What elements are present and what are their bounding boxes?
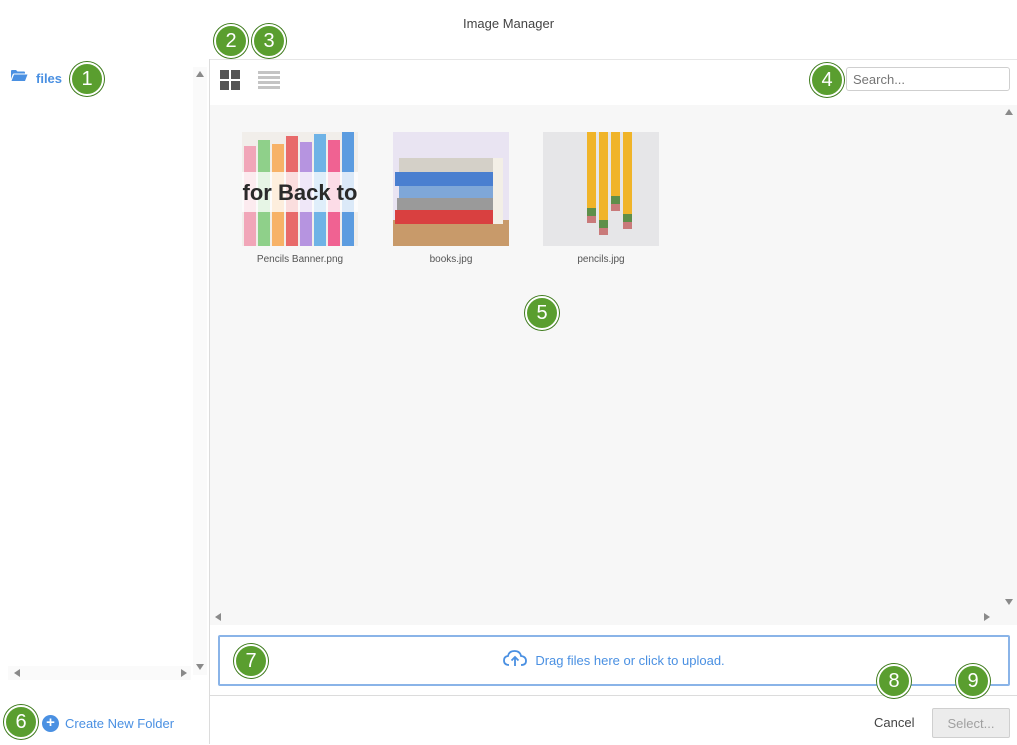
file-thumbnail	[543, 132, 659, 246]
file-name: books.jpg	[429, 254, 473, 265]
callout-badge: 3	[252, 24, 286, 58]
scroll-left-arrow-icon[interactable]	[14, 669, 20, 677]
scroll-up-arrow-icon[interactable]	[1005, 109, 1013, 115]
file-tile[interactable]: pencils.jpg	[543, 132, 659, 265]
folder-item-files[interactable]: files	[10, 69, 62, 87]
scroll-down-arrow-icon[interactable]	[1005, 599, 1013, 605]
scroll-right-arrow-icon[interactable]	[181, 669, 187, 677]
cancel-button[interactable]: Cancel	[874, 715, 914, 730]
grid-view-icon	[220, 70, 240, 90]
file-grid: for Back to Pencils Banner.png books.jpg	[210, 105, 1017, 625]
create-folder-button[interactable]: + Create New Folder	[42, 715, 174, 732]
folder-label: files	[36, 70, 63, 86]
banner-overlay-text: for Back to	[243, 180, 358, 205]
callout-badge: 9	[956, 664, 990, 698]
callout-badge: 2	[214, 24, 248, 58]
file-name: Pencils Banner.png	[256, 254, 344, 265]
plus-circle-icon: +	[42, 715, 59, 732]
window-title: Image Manager	[462, 16, 555, 31]
content-vertical-scrollbar[interactable]	[1002, 105, 1016, 610]
list-view-button[interactable]	[258, 70, 280, 90]
file-tile[interactable]: for Back to Pencils Banner.png	[242, 132, 358, 265]
upload-label: Drag files here or click to upload.	[535, 653, 725, 668]
tree-vertical-scrollbar[interactable]	[193, 67, 207, 675]
callout-badge: 7	[234, 644, 268, 678]
cloud-upload-icon	[503, 649, 528, 672]
folder-open-icon	[10, 69, 28, 87]
dialog-footer: Cancel Select...	[210, 695, 1017, 745]
callout-badge: 6	[4, 705, 38, 739]
callout-badge: 5	[525, 296, 559, 330]
file-tile[interactable]: books.jpg	[393, 132, 509, 265]
grid-view-button[interactable]	[220, 70, 240, 90]
list-view-icon	[258, 71, 280, 89]
file-name: pencils.jpg	[577, 254, 625, 265]
scroll-right-arrow-icon[interactable]	[984, 613, 990, 621]
tree-horizontal-scrollbar[interactable]	[8, 666, 191, 680]
title-bar: Image Manager	[0, 0, 1017, 50]
content-horizontal-scrollbar[interactable]	[210, 610, 1000, 624]
select-button[interactable]: Select...	[932, 708, 1010, 738]
scroll-left-arrow-icon[interactable]	[215, 613, 221, 621]
create-folder-label: Create New Folder	[65, 716, 175, 731]
file-thumbnail: for Back to	[242, 132, 358, 246]
scroll-down-arrow-icon[interactable]	[196, 664, 204, 670]
file-thumbnail	[393, 132, 509, 246]
callout-badge: 4	[810, 63, 844, 97]
toolbar	[210, 59, 1017, 106]
folder-sidebar: files + Create New Folder	[0, 59, 210, 744]
search-input[interactable]	[846, 67, 1010, 91]
callout-badge: 8	[877, 664, 911, 698]
scroll-up-arrow-icon[interactable]	[196, 71, 204, 77]
callout-badge: 1	[70, 62, 104, 96]
